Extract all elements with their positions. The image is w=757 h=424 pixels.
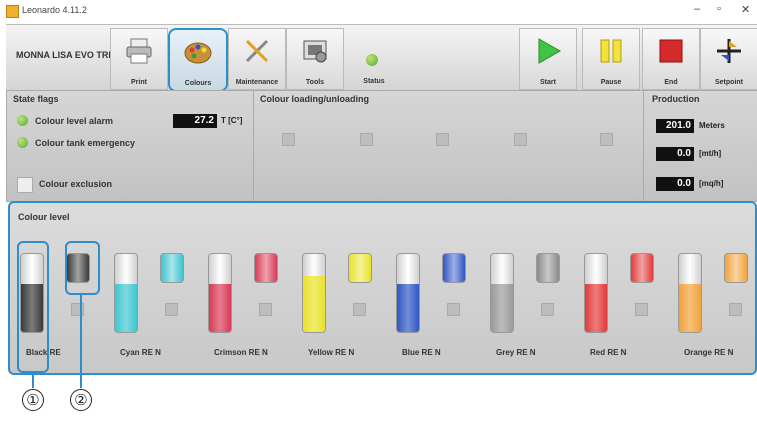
status-indicator-icon — [366, 54, 378, 66]
callout-2-highlight — [65, 241, 100, 295]
colour-level-panel: Colour level Black RE Cyan RE N Crimson RE… — [8, 201, 757, 375]
setpoint-button[interactable]: Setpoint — [700, 28, 757, 90]
colour-tank-level — [678, 253, 702, 333]
tank-name-label: Grey RE N — [496, 348, 536, 357]
colour-tank-level — [396, 253, 420, 333]
area-unit: [mq/h] — [699, 179, 724, 188]
tank-name-label: Orange RE N — [684, 348, 734, 357]
minimize-button[interactable]: – — [694, 3, 700, 15]
state-flags-title: State flags — [13, 94, 59, 104]
alarm-indicator-icon — [17, 115, 28, 126]
end-button[interactable]: End — [642, 28, 700, 90]
loading-slot[interactable] — [436, 133, 449, 146]
colour-reserve-tank — [348, 253, 372, 283]
close-button[interactable]: ✕ — [741, 3, 750, 16]
colour-tank-level — [302, 253, 326, 333]
loading-slot[interactable] — [600, 133, 613, 146]
title-bar: Leonardo 4.11.2 – ▫ ✕ — [0, 0, 757, 22]
colour-reserve-tank — [160, 253, 184, 283]
colour-reserve-tank — [630, 253, 654, 283]
tank-selector[interactable] — [71, 303, 84, 316]
loading-slot[interactable] — [282, 133, 295, 146]
colour-level-title: Colour level — [18, 212, 70, 222]
meters-value: 201.0 — [656, 119, 694, 133]
tank-name-label: Yellow RE N — [308, 348, 355, 357]
pause-button[interactable]: Pause — [582, 28, 640, 90]
tank-fill — [397, 283, 419, 332]
colour-reserve-tank — [536, 253, 560, 283]
callout-2-connector — [80, 295, 82, 388]
tank-selector[interactable] — [447, 303, 460, 316]
tank-name-label: Blue RE N — [402, 348, 441, 357]
tank-name-label: Cyan RE N — [120, 348, 161, 357]
wrench-icon — [243, 37, 271, 65]
palette-icon — [184, 38, 212, 66]
app-icon — [6, 5, 19, 18]
loading-slot[interactable] — [360, 133, 373, 146]
print-button[interactable]: Print — [110, 28, 168, 90]
callout-2: ② — [70, 389, 92, 411]
window-title: Leonardo 4.11.2 — [22, 5, 87, 15]
stop-icon — [657, 37, 685, 65]
tank-fill — [679, 283, 701, 332]
tank-selector[interactable] — [541, 303, 554, 316]
play-icon — [534, 37, 562, 65]
callout-1: ① — [22, 389, 44, 411]
meters-unit: Meters — [699, 121, 725, 130]
colour-reserve-tank — [254, 253, 278, 283]
production-title: Production — [652, 94, 700, 104]
pause-icon — [597, 37, 625, 65]
toolbar: MONNA LISA EVO TRE Print Colours Mainten… — [6, 24, 757, 92]
tools-icon — [301, 37, 329, 65]
colour-tank-level — [114, 253, 138, 333]
colour-tank-level — [584, 253, 608, 333]
machine-name: MONNA LISA EVO TRE — [16, 50, 115, 60]
area-value: 0.0 — [656, 177, 694, 191]
colour-tank-level — [490, 253, 514, 333]
maintenance-button[interactable]: Maintenance — [228, 28, 286, 90]
callout-1-highlight — [17, 241, 49, 373]
tank-selector[interactable] — [635, 303, 648, 316]
state-flags-panel: State flags Colour level alarm 27.2 T [C… — [6, 90, 254, 202]
speed-unit: [mt/h] — [699, 149, 722, 158]
colour-exclusion-label: Colour exclusion — [39, 179, 113, 189]
colour-reserve-tank — [724, 253, 748, 283]
tank-fill — [209, 283, 231, 332]
colour-reserve-tank — [442, 253, 466, 283]
printer-icon — [125, 37, 153, 65]
tank-selector[interactable] — [353, 303, 366, 316]
tank-selector[interactable] — [729, 303, 742, 316]
loading-slot[interactable] — [514, 133, 527, 146]
temperature-unit: T [C°] — [221, 116, 243, 125]
maximize-button[interactable]: ▫ — [717, 3, 721, 15]
tank-name-label: Red RE N — [590, 348, 627, 357]
tools-button[interactable]: Tools — [286, 28, 344, 90]
start-button[interactable]: Start — [519, 28, 577, 90]
setpoint-icon — [715, 37, 743, 65]
colour-tank-emergency-label: Colour tank emergency — [35, 138, 136, 148]
tank-fill — [303, 275, 325, 332]
tank-selector[interactable] — [165, 303, 178, 316]
tank-name-label: Crimson RE N — [214, 348, 268, 357]
tank-fill — [115, 283, 137, 332]
tank-selector[interactable] — [259, 303, 272, 316]
callout-1-connector — [32, 373, 34, 388]
colour-exclusion-checkbox[interactable] — [17, 177, 33, 193]
tank-fill — [585, 283, 607, 332]
colour-loading-title: Colour loading/unloading — [260, 94, 369, 104]
colour-level-alarm-label: Colour level alarm — [35, 116, 114, 126]
speed-value: 0.0 — [656, 147, 694, 161]
status-button[interactable]: Status — [346, 28, 402, 88]
tank-fill — [491, 283, 513, 332]
colour-tank-level — [208, 253, 232, 333]
colours-button[interactable]: Colours — [168, 28, 228, 92]
emergency-indicator-icon — [17, 137, 28, 148]
temperature-value: 27.2 — [173, 114, 217, 128]
colour-loading-panel: Colour loading/unloading — [253, 90, 644, 202]
production-panel: Production 201.0 Meters 0.0 [mt/h] 0.0 [… — [643, 90, 757, 202]
